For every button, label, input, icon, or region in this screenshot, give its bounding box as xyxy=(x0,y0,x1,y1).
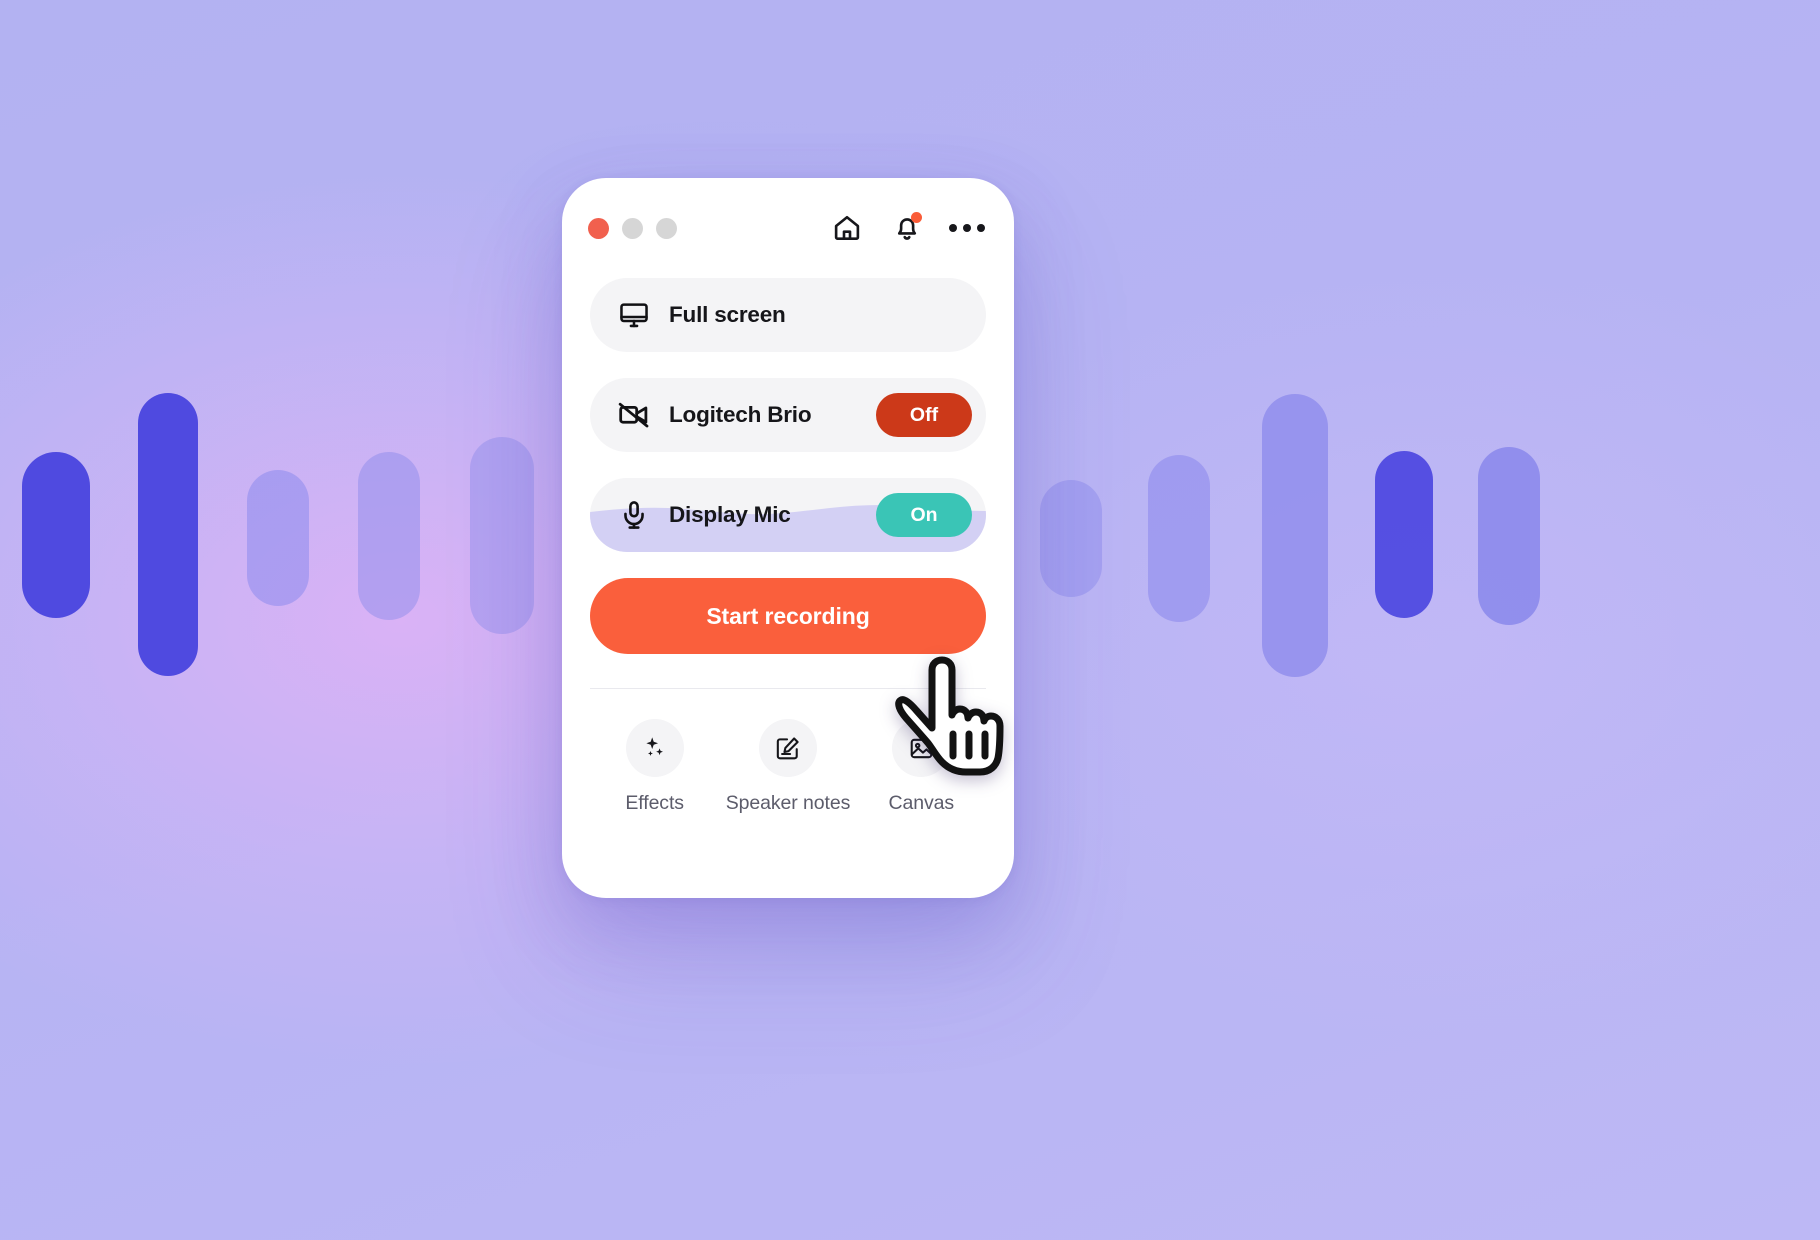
waveform-bar xyxy=(138,393,198,676)
row-full-screen[interactable]: Full screen xyxy=(590,278,986,352)
waveform-bar xyxy=(470,437,534,634)
row-camera[interactable]: Logitech Brio Off xyxy=(590,378,986,452)
image-icon xyxy=(892,719,951,777)
row-microphone[interactable]: Display Mic On xyxy=(590,478,986,552)
footer-item-canvas[interactable]: Canvas xyxy=(855,719,988,815)
waveform-bar xyxy=(1262,394,1328,677)
waveform-bar xyxy=(358,452,420,620)
footer-item-speaker-notes[interactable]: Speaker notes xyxy=(721,719,854,815)
traffic-lights xyxy=(588,217,677,239)
minimize-button[interactable] xyxy=(622,217,643,239)
titlebar-actions xyxy=(830,211,985,245)
primary-action-wrap: Start recording xyxy=(562,578,1014,654)
notification-badge xyxy=(911,212,922,223)
note-edit-icon xyxy=(758,719,817,777)
monitor-icon xyxy=(616,297,652,333)
row-label: Display Mic xyxy=(669,502,791,527)
waveform-bar xyxy=(1040,480,1102,597)
close-button[interactable] xyxy=(588,217,609,239)
row-label: Full screen xyxy=(669,302,786,327)
more-icon[interactable] xyxy=(949,211,985,245)
start-recording-button[interactable]: Start recording xyxy=(590,578,986,654)
row-label: Logitech Brio xyxy=(669,402,812,427)
screen: Full screen Logitech Brio Off Display Mi… xyxy=(0,0,1820,1240)
footer-label: Effects xyxy=(625,792,684,814)
bell-icon[interactable] xyxy=(890,211,924,245)
waveform-bar xyxy=(22,452,90,618)
waveform-bar xyxy=(1478,447,1540,625)
waveform-bar xyxy=(247,470,309,606)
recorder-window: Full screen Logitech Brio Off Display Mi… xyxy=(562,178,1014,898)
titlebar xyxy=(562,178,1014,278)
footer-item-effects[interactable]: Effects xyxy=(588,719,721,815)
footer-toolbar: Effects Speaker notes Canvas xyxy=(562,689,1014,815)
camera-status-badge[interactable]: Off xyxy=(876,393,972,437)
microphone-icon xyxy=(616,497,652,533)
device-rows: Full screen Logitech Brio Off Display Mi… xyxy=(562,278,1014,552)
sparkles-icon xyxy=(625,719,684,777)
maximize-button[interactable] xyxy=(656,217,677,239)
footer-label: Canvas xyxy=(888,792,955,814)
waveform-bar xyxy=(1375,451,1433,618)
home-icon[interactable] xyxy=(830,211,864,245)
microphone-status-badge[interactable]: On xyxy=(876,493,972,537)
footer-label: Speaker notes xyxy=(725,792,851,814)
waveform-bar xyxy=(1148,455,1210,622)
video-off-icon xyxy=(616,397,652,433)
